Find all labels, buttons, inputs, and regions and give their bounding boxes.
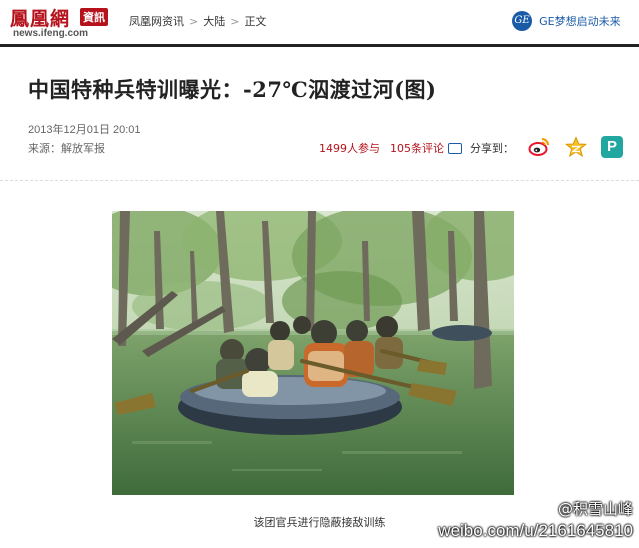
article-title: 中国特种兵特训曝光：-27℃泅渡过河(图) (28, 77, 437, 102)
ifeng-logo[interactable]: 鳳凰網 資訊 news.ifeng.com (10, 4, 115, 39)
qzone-star-icon[interactable] (565, 136, 587, 158)
article-source: 来源：解放军报 (28, 142, 105, 155)
article-date: 2013年12月01日 20:01 (28, 124, 141, 136)
article-stats: 1499人参与 105条评论 (319, 140, 462, 156)
logo-text: 鳳凰網 (10, 8, 71, 30)
comments-link[interactable]: 105条评论 (390, 142, 444, 155)
breadcrumb-separator: > (230, 15, 240, 28)
article-photo (112, 211, 514, 495)
watermark-handle: @积雪山峰 (557, 500, 633, 518)
breadcrumb-home[interactable]: 凤凰网资讯 (129, 13, 184, 29)
breadcrumb: 凤凰网资讯 > 大陆 > 正文 (129, 13, 266, 29)
logo-url: news.ifeng.com (13, 28, 89, 39)
content-divider (0, 180, 639, 181)
breadcrumb-current: 正文 (244, 15, 267, 28)
breadcrumb-mainland[interactable]: 大陆 (203, 13, 225, 29)
breadcrumb-separator: > (189, 15, 199, 28)
share-label: 分享到： (470, 142, 514, 155)
weibo-icon[interactable] (528, 136, 550, 158)
watermark-url: weibo.com/u/2161645810 (438, 521, 633, 540)
weibo-watermark-icon (524, 503, 550, 517)
logo-badge: 資訊 (80, 8, 108, 26)
ge-logo-icon: GE (512, 10, 532, 31)
soldiers-rowing-raft-image (112, 211, 514, 495)
ge-ad-text: GE梦想启动未来 (539, 14, 621, 28)
ge-ad-banner[interactable]: GE GE梦想启动未来 (512, 10, 621, 31)
comment-icon[interactable] (448, 142, 462, 154)
participants-link[interactable]: 1499人参与 (319, 142, 380, 155)
pinterest-icon[interactable]: P (601, 136, 623, 158)
header-rule (0, 44, 639, 47)
weibo-watermark: @积雪山峰 weibo.com/u/2161645810 (438, 498, 633, 541)
top-header: 鳳凰網 資訊 news.ifeng.com 凤凰网资讯 > 大陆 > 正文 GE GE梦… (0, 0, 639, 46)
